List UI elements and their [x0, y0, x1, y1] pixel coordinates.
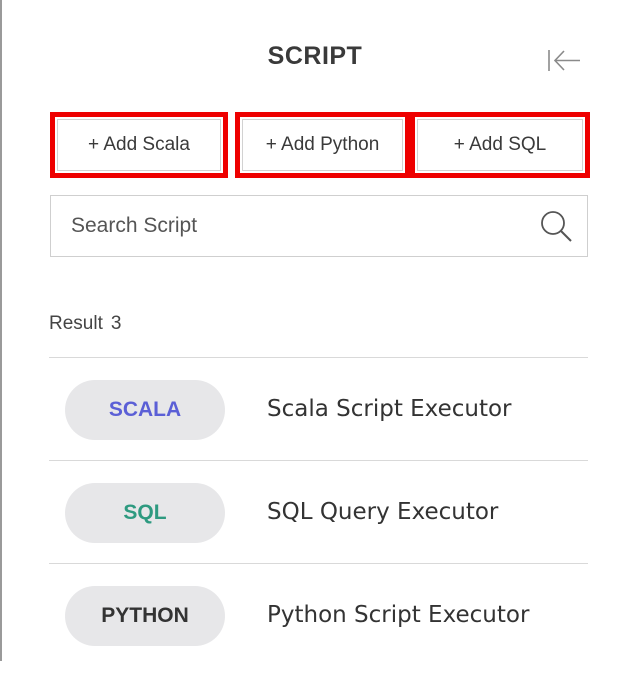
panel-header: SCRIPT — [2, 0, 620, 120]
collapse-left-icon[interactable] — [540, 40, 588, 80]
type-badge-python: PYTHON — [65, 586, 225, 646]
list-item[interactable]: PYTHON Python Script Executor — [49, 563, 588, 674]
panel-title: SCRIPT — [267, 42, 363, 70]
result-label: Result — [49, 313, 103, 334]
script-panel: SCRIPT + Add Scala + Add Python + Add SQ… — [0, 0, 620, 661]
add-scala-button[interactable]: + Add Scala — [50, 112, 228, 178]
script-name: Python Script Executor — [267, 602, 530, 628]
type-badge-sql: SQL — [65, 483, 225, 543]
add-python-label: + Add Python — [265, 134, 380, 155]
list-item[interactable]: SQL SQL Query Executor — [49, 460, 588, 563]
add-sql-label: + Add SQL — [453, 134, 547, 155]
add-python-button[interactable]: + Add Python — [235, 112, 410, 178]
result-summary: Result 3 — [49, 313, 121, 335]
script-list: SCALA Scala Script Executor SQL SQL Quer… — [49, 357, 588, 674]
add-scala-label: + Add Scala — [88, 134, 190, 155]
script-name: Scala Script Executor — [267, 396, 512, 422]
type-badge-scala: SCALA — [65, 380, 225, 440]
add-sql-button[interactable]: + Add SQL — [410, 112, 590, 178]
add-script-toolbar: + Add Scala + Add Python + Add SQL — [50, 112, 590, 178]
search-box — [50, 195, 588, 257]
result-count: 3 — [110, 313, 122, 334]
script-name: SQL Query Executor — [267, 499, 499, 525]
search-icon[interactable] — [539, 209, 573, 243]
list-item[interactable]: SCALA Scala Script Executor — [49, 357, 588, 460]
search-input[interactable] — [71, 206, 511, 246]
